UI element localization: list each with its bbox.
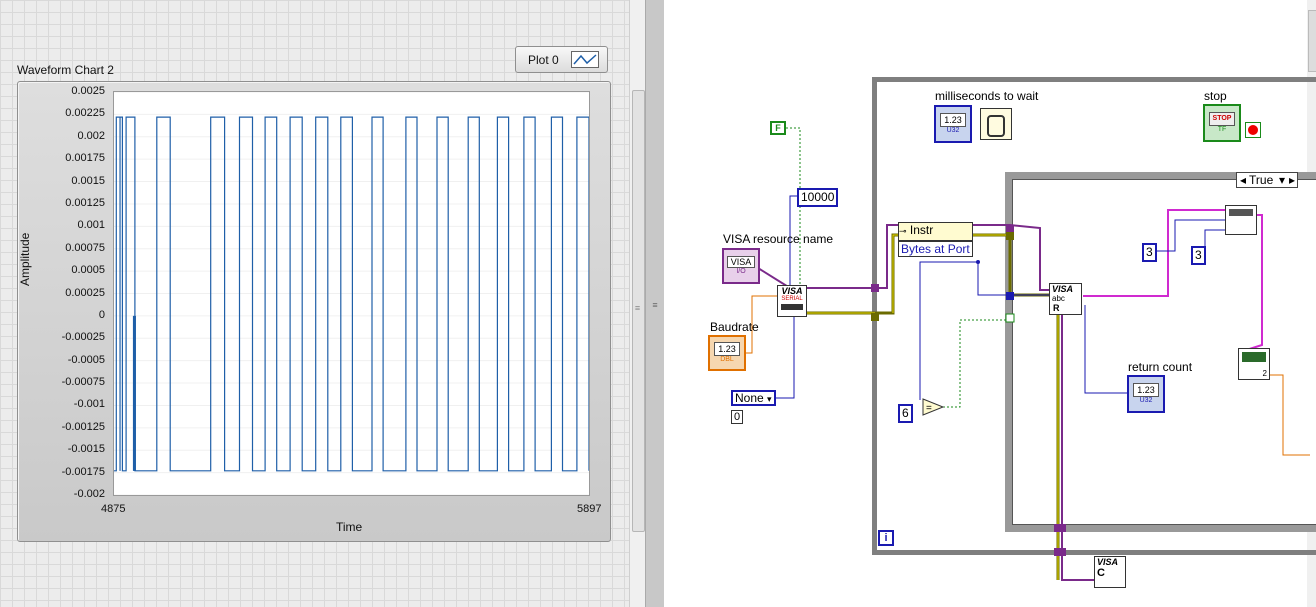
- parity-index-display: 0: [731, 410, 743, 424]
- visa-io-type: I/O: [736, 268, 746, 275]
- milliseconds-terminal[interactable]: 1.23 U32: [934, 105, 972, 143]
- visa-configure-serial-node[interactable]: VISA SERIAL: [777, 285, 807, 317]
- string-subset-node[interactable]: [1225, 205, 1257, 235]
- stop-label: stop: [1204, 89, 1227, 103]
- numeric-constant-3b[interactable]: 3: [1191, 246, 1206, 265]
- stop-button[interactable]: STOP: [1209, 112, 1235, 126]
- stop-sign-icon: [1248, 125, 1258, 135]
- baudrate-terminal[interactable]: 1.23 DBL: [708, 335, 746, 371]
- dropdown-icon: ▾: [767, 394, 772, 404]
- wires: [746, 127, 1310, 581]
- baudrate-type: DBL: [720, 356, 734, 363]
- visa-resource-terminal[interactable]: VISA I/O: [722, 248, 760, 284]
- visa-resource-value: VISA: [727, 256, 755, 268]
- numeric-constant-10000[interactable]: 10000: [797, 188, 839, 207]
- loop-condition-terminal[interactable]: [1245, 122, 1261, 138]
- stop-terminal[interactable]: STOP TF: [1203, 104, 1241, 142]
- parity-value: None: [735, 391, 764, 405]
- property-bytes-at-port[interactable]: Bytes at Port: [898, 241, 973, 257]
- return-count-terminal[interactable]: 1.23 U32: [1127, 375, 1165, 413]
- equal-node[interactable]: =: [922, 398, 945, 416]
- parity-ring-constant[interactable]: None ▾: [731, 390, 776, 406]
- milliseconds-type: U32: [946, 127, 960, 134]
- milliseconds-label: milliseconds to wait: [935, 89, 1039, 103]
- visa-read-title: VISA: [1052, 284, 1074, 294]
- visa-read-r: R: [1053, 303, 1060, 313]
- node-index: 2: [1262, 369, 1267, 378]
- string-icon: [1229, 209, 1253, 216]
- equal-sign: =: [926, 403, 932, 414]
- baudrate-label: Baudrate: [710, 320, 759, 334]
- wait-ms-node[interactable]: [980, 108, 1012, 140]
- property-node-header[interactable]: ⊸ Instr: [898, 222, 973, 241]
- visa-serial-title: VISA: [781, 286, 803, 296]
- waveform-build-node[interactable]: 2: [1238, 348, 1270, 380]
- graph-icon: [1242, 352, 1266, 362]
- serial-connector-icon: [781, 304, 803, 310]
- return-count-type: U32: [1139, 397, 1153, 404]
- visa-close-c: C: [1097, 567, 1105, 579]
- visa-read-abc: abc: [1052, 294, 1065, 303]
- visa-close-node[interactable]: VISA C: [1094, 556, 1126, 588]
- numeric-constant-6[interactable]: 6: [898, 404, 913, 423]
- visa-resource-label: VISA resource name: [723, 232, 834, 246]
- property-node-class: Instr: [909, 223, 934, 237]
- visa-read-node[interactable]: VISA abc R: [1049, 283, 1082, 315]
- return-count-value: 1.23: [1133, 383, 1159, 397]
- return-count-label: return count: [1128, 360, 1193, 374]
- visa-close-title: VISA: [1097, 557, 1119, 567]
- milliseconds-value: 1.23: [940, 113, 966, 127]
- boolean-constant-false[interactable]: F: [770, 121, 786, 135]
- watch-icon: [987, 115, 1005, 137]
- baudrate-value: 1.23: [714, 342, 740, 356]
- visa-ref-icon: ⊸: [899, 226, 907, 236]
- visa-serial-sub: SERIAL: [781, 296, 803, 302]
- stop-type: TF: [1217, 126, 1227, 133]
- numeric-constant-3[interactable]: 3: [1142, 243, 1157, 262]
